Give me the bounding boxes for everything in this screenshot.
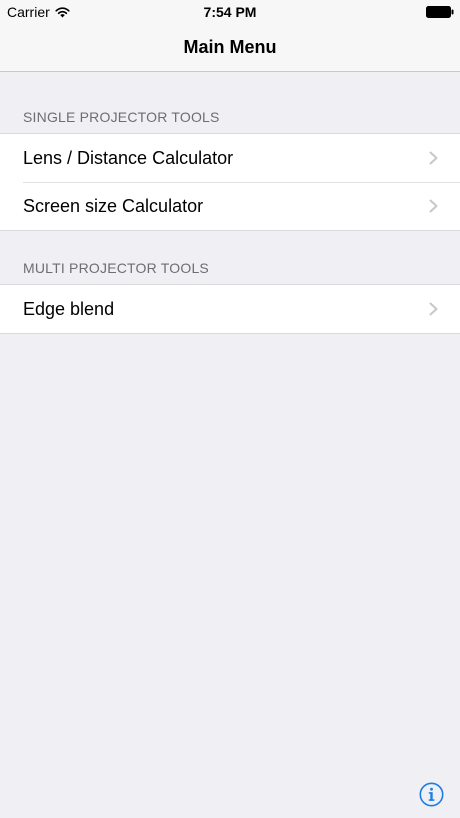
status-bar: Carrier 7:54 PM: [0, 0, 460, 24]
chevron-right-icon: [429, 199, 438, 213]
menu-item-label: Edge blend: [23, 299, 115, 319]
chevron-right-icon: [429, 302, 438, 316]
main-menu-screen: Carrier 7:54 PM Main Menu SINGLE PROJECT…: [0, 0, 460, 818]
menu-item-lens-distance-calculator[interactable]: Lens / Distance Calculator: [0, 134, 460, 182]
navigation-bar: Carrier 7:54 PM Main Menu: [0, 0, 460, 72]
menu-item-label: Lens / Distance Calculator: [23, 148, 234, 168]
status-time: 7:54 PM: [203, 4, 257, 20]
menu-item-label: Screen size Calculator: [23, 196, 204, 216]
section-header-multi-projector: MULTI PROJECTOR TOOLS: [23, 260, 209, 276]
menu-item-edge-blend[interactable]: Edge blend: [0, 285, 460, 333]
info-icon[interactable]: [419, 782, 444, 807]
menu-item-screen-size-calculator[interactable]: Screen size Calculator: [0, 182, 460, 230]
multi-projector-tools-group: Edge blend: [0, 284, 460, 334]
page-title: Main Menu: [183, 37, 277, 57]
single-projector-tools-group: Lens / Distance Calculator Screen size C…: [0, 133, 460, 231]
chevron-right-icon: [429, 151, 438, 165]
battery-icon: [426, 6, 454, 18]
section-header-single-projector: SINGLE PROJECTOR TOOLS: [23, 109, 220, 125]
